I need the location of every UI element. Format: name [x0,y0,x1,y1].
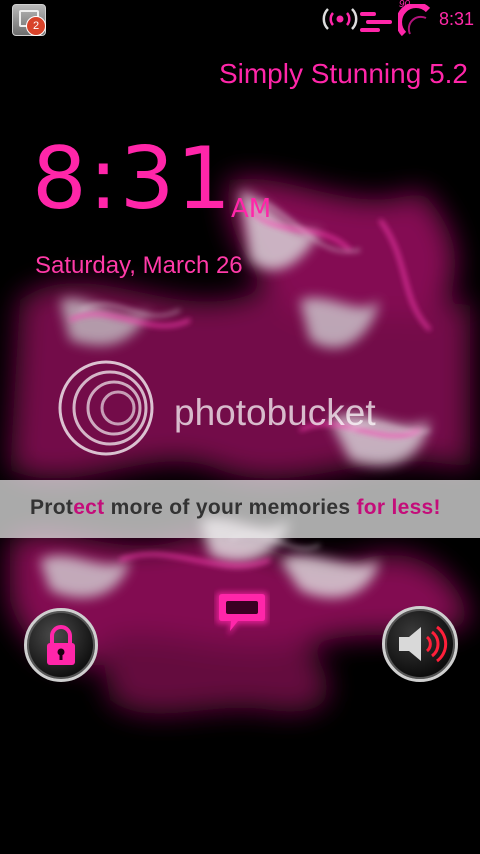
promo-banner[interactable]: Protect more of your memories for less! [0,480,480,538]
lock-icon [47,625,75,665]
notification-badge: 2 [26,16,46,36]
speaker-icon [399,625,448,663]
battery-level: 90 [398,0,410,10]
data-activity-icon [360,12,392,32]
sms-icon[interactable] [214,586,270,642]
theme-title: Simply Stunning 5.2 [218,58,468,89]
status-time: 8:31 [438,9,474,29]
lockscreen-clock: 8:31 [32,129,234,229]
photobucket-logo-icon [58,360,154,456]
signal-icon [322,8,358,30]
watermark-text: photobucket [174,392,376,433]
sound-toggle-button[interactable] [382,606,458,682]
promo-text: Protect more of your memories for less! [30,496,441,519]
status-bar[interactable]: 2 90 8:31 [0,0,480,40]
lockscreen-date: Saturday, March 26 [35,252,243,279]
clock-ampm: AM [231,194,272,224]
unlock-button[interactable] [24,608,98,682]
